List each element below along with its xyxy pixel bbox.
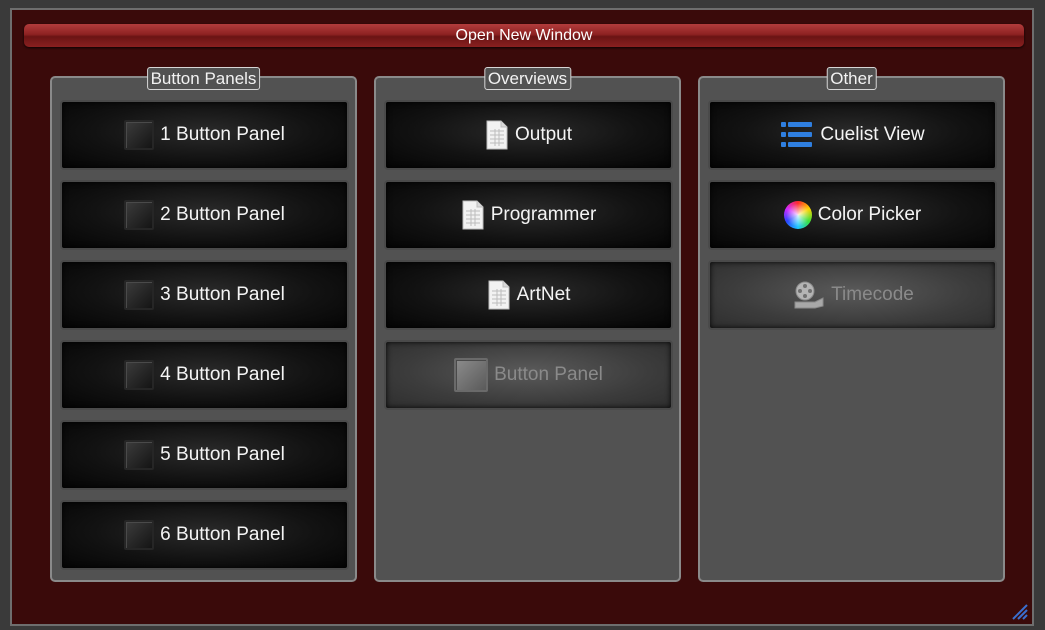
panel-icon bbox=[124, 120, 155, 150]
output-button[interactable]: Output bbox=[384, 100, 673, 170]
button-label: Timecode bbox=[831, 284, 914, 305]
5-button-panel-button[interactable]: 5 Button Panel bbox=[60, 420, 349, 490]
open-new-window-dialog: Open New Window Button Panels 1 Button P… bbox=[10, 8, 1034, 626]
group-overviews: Overviews Output Programmer ArtNet Butto… bbox=[374, 67, 681, 582]
4-button-panel-button[interactable]: 4 Button Panel bbox=[60, 340, 349, 410]
group-label-button-panels: Button Panels bbox=[146, 67, 261, 90]
button-label: Button Panel bbox=[494, 364, 603, 385]
programmer-button[interactable]: Programmer bbox=[384, 180, 673, 250]
panel-icon bbox=[124, 280, 155, 310]
panel-icon bbox=[124, 520, 155, 550]
film-reel-icon bbox=[791, 280, 825, 310]
list-icon bbox=[780, 119, 814, 151]
panel-icon bbox=[124, 200, 155, 230]
button-label: Output bbox=[514, 124, 573, 145]
document-icon bbox=[485, 120, 509, 150]
group-button-panels: Button Panels 1 Button Panel 2 Button Pa… bbox=[50, 67, 357, 582]
button-panel-button[interactable]: Button Panel bbox=[384, 340, 673, 410]
button-label: ArtNet bbox=[516, 284, 571, 305]
cuelist-view-button[interactable]: Cuelist View bbox=[708, 100, 997, 170]
2-button-panel-button[interactable]: 2 Button Panel bbox=[60, 180, 349, 250]
button-label: 4 Button Panel bbox=[160, 364, 285, 385]
1-button-panel-button[interactable]: 1 Button Panel bbox=[60, 100, 349, 170]
button-label: 6 Button Panel bbox=[160, 524, 285, 545]
panel-icon bbox=[124, 360, 155, 390]
document-icon bbox=[461, 200, 485, 230]
button-label: Programmer bbox=[490, 204, 597, 225]
panel-icon bbox=[124, 440, 155, 470]
timecode-button[interactable]: Timecode bbox=[708, 260, 997, 330]
button-label: 1 Button Panel bbox=[160, 124, 285, 145]
group-label-other: Other bbox=[826, 67, 877, 90]
button-label: 3 Button Panel bbox=[160, 284, 285, 305]
window-title[interactable]: Open New Window bbox=[24, 24, 1024, 47]
group-label-overviews: Overviews bbox=[483, 67, 572, 90]
color-wheel-icon bbox=[783, 201, 812, 229]
document-icon bbox=[487, 280, 511, 310]
6-button-panel-button[interactable]: 6 Button Panel bbox=[60, 500, 349, 570]
3-button-panel-button[interactable]: 3 Button Panel bbox=[60, 260, 349, 330]
artnet-button[interactable]: ArtNet bbox=[384, 260, 673, 330]
resize-grip-icon[interactable] bbox=[1010, 602, 1028, 620]
button-label: Color Picker bbox=[817, 204, 922, 225]
button-label: 5 Button Panel bbox=[160, 444, 285, 465]
button-label: Cuelist View bbox=[820, 124, 925, 145]
group-other: Other Cuelist View Color Picker Timecode bbox=[698, 67, 1005, 582]
button-label: 2 Button Panel bbox=[160, 204, 285, 225]
color-picker-button[interactable]: Color Picker bbox=[708, 180, 997, 250]
panel-icon bbox=[454, 358, 489, 392]
